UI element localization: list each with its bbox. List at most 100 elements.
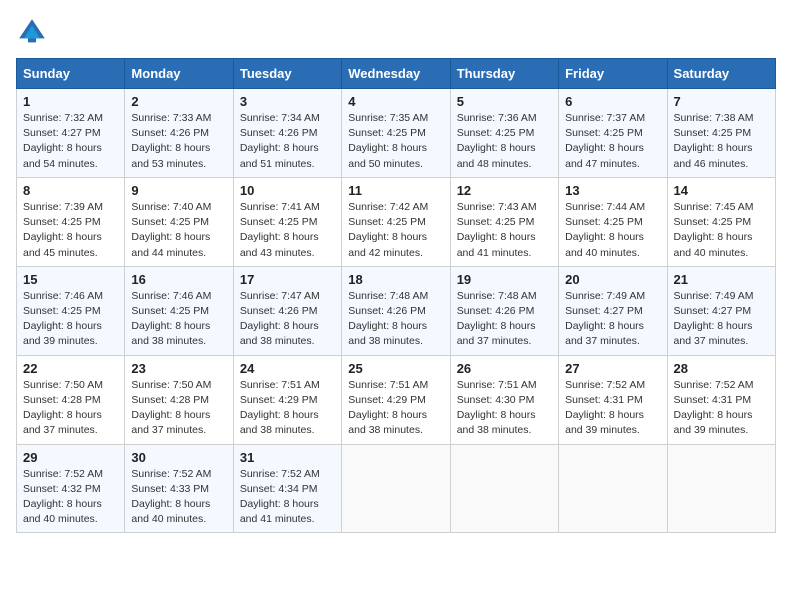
day-info: Sunrise: 7:34 AMSunset: 4:26 PMDaylight:… <box>240 112 320 170</box>
day-number: 10 <box>240 183 335 198</box>
week-row-4: 22 Sunrise: 7:50 AMSunset: 4:28 PMDayligh… <box>17 355 776 444</box>
calendar-header-row: SundayMondayTuesdayWednesdayThursdayFrid… <box>17 59 776 89</box>
day-number: 15 <box>23 272 118 287</box>
calendar-cell <box>450 444 558 533</box>
day-number: 25 <box>348 361 443 376</box>
day-header-thursday: Thursday <box>450 59 558 89</box>
day-info: Sunrise: 7:48 AMSunset: 4:26 PMDaylight:… <box>348 290 428 348</box>
day-info: Sunrise: 7:32 AMSunset: 4:27 PMDaylight:… <box>23 112 103 170</box>
calendar-cell: 6 Sunrise: 7:37 AMSunset: 4:25 PMDaylight… <box>559 89 667 178</box>
day-info: Sunrise: 7:52 AMSunset: 4:32 PMDaylight:… <box>23 468 103 526</box>
day-header-saturday: Saturday <box>667 59 775 89</box>
logo <box>16 16 52 48</box>
calendar-cell: 8Sunrise: 7:39 AMSunset: 4:25 PMDaylight… <box>17 177 125 266</box>
calendar-cell: 25 Sunrise: 7:51 AMSunset: 4:29 PMDayligh… <box>342 355 450 444</box>
day-number: 20 <box>565 272 660 287</box>
calendar-cell: 29 Sunrise: 7:52 AMSunset: 4:32 PMDayligh… <box>17 444 125 533</box>
day-number: 7 <box>674 94 769 109</box>
day-number: 4 <box>348 94 443 109</box>
day-info: Sunrise: 7:52 AMSunset: 4:31 PMDaylight:… <box>565 379 645 437</box>
calendar-cell: 14 Sunrise: 7:45 AMSunset: 4:25 PMDayligh… <box>667 177 775 266</box>
week-row-3: 15 Sunrise: 7:46 AMSunset: 4:25 PMDayligh… <box>17 266 776 355</box>
calendar-cell: 9 Sunrise: 7:40 AMSunset: 4:25 PMDaylight… <box>125 177 233 266</box>
day-number: 6 <box>565 94 660 109</box>
calendar-cell: 20 Sunrise: 7:49 AMSunset: 4:27 PMDayligh… <box>559 266 667 355</box>
calendar-cell: 21 Sunrise: 7:49 AMSunset: 4:27 PMDayligh… <box>667 266 775 355</box>
day-info: Sunrise: 7:40 AMSunset: 4:25 PMDaylight:… <box>131 201 211 259</box>
day-number: 3 <box>240 94 335 109</box>
day-info: Sunrise: 7:49 AMSunset: 4:27 PMDaylight:… <box>565 290 645 348</box>
calendar-cell: 16 Sunrise: 7:46 AMSunset: 4:25 PMDayligh… <box>125 266 233 355</box>
day-number: 24 <box>240 361 335 376</box>
calendar-cell: 2Sunrise: 7:33 AMSunset: 4:26 PMDaylight… <box>125 89 233 178</box>
day-info: Sunrise: 7:35 AMSunset: 4:25 PMDaylight:… <box>348 112 428 170</box>
calendar-cell: 30Sunrise: 7:52 AMSunset: 4:33 PMDayligh… <box>125 444 233 533</box>
calendar-cell: 22Sunrise: 7:50 AMSunset: 4:28 PMDayligh… <box>17 355 125 444</box>
day-number: 28 <box>674 361 769 376</box>
day-number: 12 <box>457 183 552 198</box>
day-info: Sunrise: 7:41 AMSunset: 4:25 PMDaylight:… <box>240 201 320 259</box>
day-info: Sunrise: 7:52 AMSunset: 4:34 PMDaylight:… <box>240 468 320 526</box>
day-number: 18 <box>348 272 443 287</box>
day-number: 30 <box>131 450 226 465</box>
day-info: Sunrise: 7:42 AMSunset: 4:25 PMDaylight:… <box>348 201 428 259</box>
week-row-1: 1 Sunrise: 7:32 AMSunset: 4:27 PMDaylight… <box>17 89 776 178</box>
day-info: Sunrise: 7:51 AMSunset: 4:29 PMDaylight:… <box>348 379 428 437</box>
calendar-cell: 19 Sunrise: 7:48 AMSunset: 4:26 PMDayligh… <box>450 266 558 355</box>
day-info: Sunrise: 7:43 AMSunset: 4:25 PMDaylight:… <box>457 201 537 259</box>
day-info: Sunrise: 7:51 AMSunset: 4:29 PMDaylight:… <box>240 379 320 437</box>
day-number: 8 <box>23 183 118 198</box>
calendar-table: SundayMondayTuesdayWednesdayThursdayFrid… <box>16 58 776 533</box>
day-info: Sunrise: 7:38 AMSunset: 4:25 PMDaylight:… <box>674 112 754 170</box>
header <box>16 16 776 48</box>
calendar-cell: 24 Sunrise: 7:51 AMSunset: 4:29 PMDayligh… <box>233 355 341 444</box>
day-info: Sunrise: 7:47 AMSunset: 4:26 PMDaylight:… <box>240 290 320 348</box>
day-info: Sunrise: 7:49 AMSunset: 4:27 PMDaylight:… <box>674 290 754 348</box>
day-number: 9 <box>131 183 226 198</box>
day-number: 21 <box>674 272 769 287</box>
calendar-cell: 31 Sunrise: 7:52 AMSunset: 4:34 PMDayligh… <box>233 444 341 533</box>
day-number: 13 <box>565 183 660 198</box>
calendar-cell: 26Sunrise: 7:51 AMSunset: 4:30 PMDayligh… <box>450 355 558 444</box>
day-number: 22 <box>23 361 118 376</box>
day-number: 17 <box>240 272 335 287</box>
day-number: 16 <box>131 272 226 287</box>
day-number: 26 <box>457 361 552 376</box>
day-number: 5 <box>457 94 552 109</box>
day-info: Sunrise: 7:46 AMSunset: 4:25 PMDaylight:… <box>23 290 103 348</box>
day-header-sunday: Sunday <box>17 59 125 89</box>
calendar-body: 1 Sunrise: 7:32 AMSunset: 4:27 PMDaylight… <box>17 89 776 533</box>
day-number: 1 <box>23 94 118 109</box>
day-number: 27 <box>565 361 660 376</box>
day-info: Sunrise: 7:46 AMSunset: 4:25 PMDaylight:… <box>131 290 211 348</box>
calendar-cell: 3 Sunrise: 7:34 AMSunset: 4:26 PMDaylight… <box>233 89 341 178</box>
day-info: Sunrise: 7:50 AMSunset: 4:28 PMDaylight:… <box>131 379 211 437</box>
day-header-wednesday: Wednesday <box>342 59 450 89</box>
calendar-cell: 12 Sunrise: 7:43 AMSunset: 4:25 PMDayligh… <box>450 177 558 266</box>
week-row-5: 29 Sunrise: 7:52 AMSunset: 4:32 PMDayligh… <box>17 444 776 533</box>
calendar-cell <box>342 444 450 533</box>
day-info: Sunrise: 7:36 AMSunset: 4:25 PMDaylight:… <box>457 112 537 170</box>
calendar-cell: 17 Sunrise: 7:47 AMSunset: 4:26 PMDayligh… <box>233 266 341 355</box>
day-number: 29 <box>23 450 118 465</box>
day-info: Sunrise: 7:37 AMSunset: 4:25 PMDaylight:… <box>565 112 645 170</box>
day-header-monday: Monday <box>125 59 233 89</box>
day-info: Sunrise: 7:52 AMSunset: 4:31 PMDaylight:… <box>674 379 754 437</box>
calendar-cell: 1 Sunrise: 7:32 AMSunset: 4:27 PMDaylight… <box>17 89 125 178</box>
calendar-cell: 10 Sunrise: 7:41 AMSunset: 4:25 PMDayligh… <box>233 177 341 266</box>
calendar-cell <box>667 444 775 533</box>
calendar-cell: 13 Sunrise: 7:44 AMSunset: 4:25 PMDayligh… <box>559 177 667 266</box>
day-number: 19 <box>457 272 552 287</box>
calendar-cell: 28 Sunrise: 7:52 AMSunset: 4:31 PMDayligh… <box>667 355 775 444</box>
calendar-cell: 23Sunrise: 7:50 AMSunset: 4:28 PMDayligh… <box>125 355 233 444</box>
day-info: Sunrise: 7:44 AMSunset: 4:25 PMDaylight:… <box>565 201 645 259</box>
day-info: Sunrise: 7:45 AMSunset: 4:25 PMDaylight:… <box>674 201 754 259</box>
calendar-cell: 7 Sunrise: 7:38 AMSunset: 4:25 PMDaylight… <box>667 89 775 178</box>
calendar-cell: 27 Sunrise: 7:52 AMSunset: 4:31 PMDayligh… <box>559 355 667 444</box>
day-info: Sunrise: 7:48 AMSunset: 4:26 PMDaylight:… <box>457 290 537 348</box>
day-number: 2 <box>131 94 226 109</box>
day-number: 31 <box>240 450 335 465</box>
week-row-2: 8Sunrise: 7:39 AMSunset: 4:25 PMDaylight… <box>17 177 776 266</box>
calendar-cell <box>559 444 667 533</box>
day-number: 14 <box>674 183 769 198</box>
